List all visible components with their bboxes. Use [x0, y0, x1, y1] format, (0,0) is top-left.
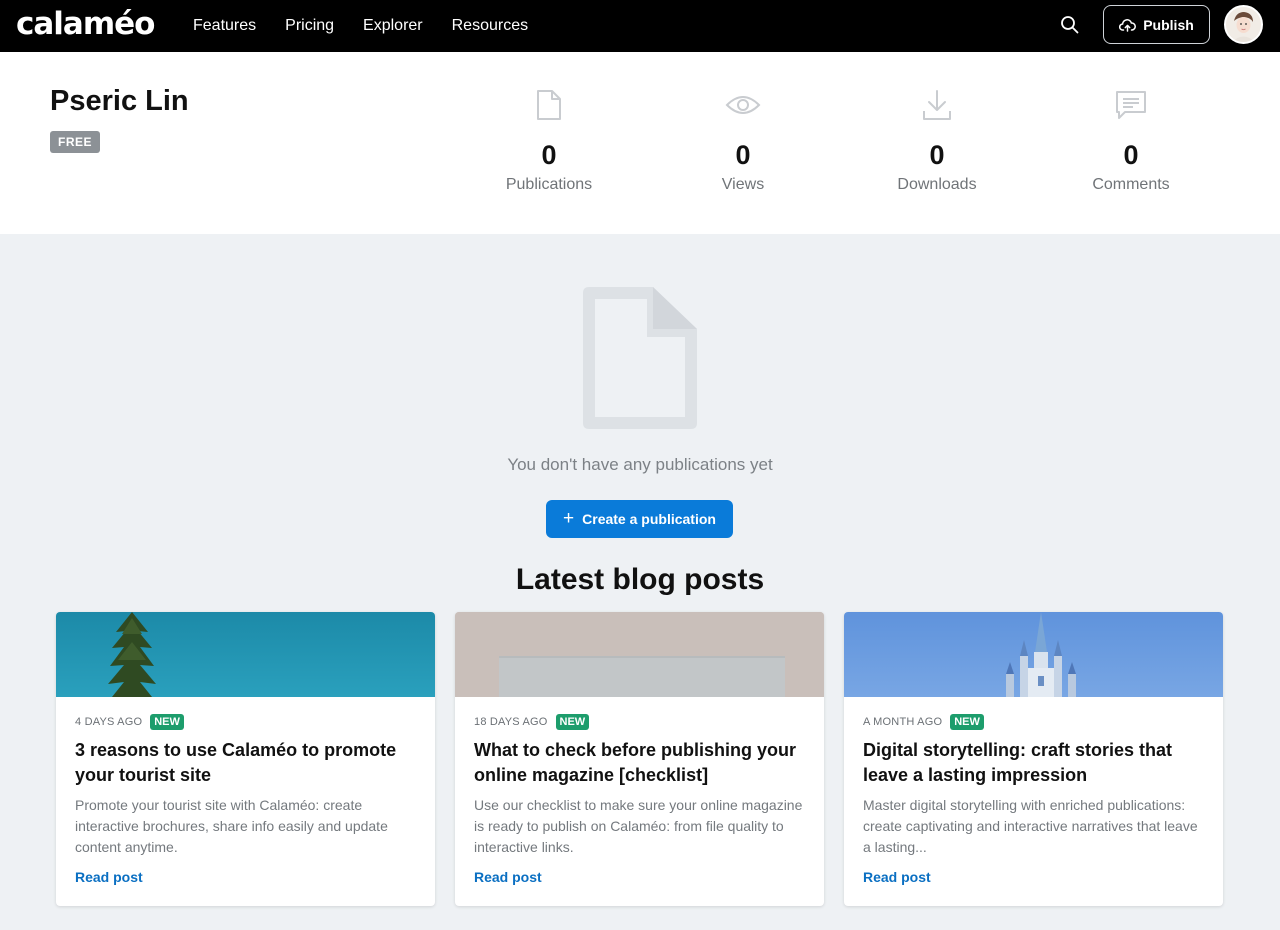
new-badge: NEW — [950, 714, 984, 730]
blog-heading: Latest blog posts — [515, 563, 765, 596]
nav-resources[interactable]: Resources — [452, 17, 528, 35]
publish-label: Publish — [1143, 16, 1194, 33]
blog-thumbnail-castle — [844, 612, 1223, 697]
read-post-link[interactable]: Read post — [474, 869, 542, 885]
nav-pricing[interactable]: Pricing — [285, 17, 334, 35]
blog-card[interactable]: A MONTH AGO NEW Digital storytelling: cr… — [844, 612, 1223, 906]
stat-value: 0 — [735, 140, 751, 170]
post-date: A MONTH AGO — [863, 716, 943, 728]
blog-thumbnail-magazine — [455, 612, 824, 697]
nav-explorer[interactable]: Explorer — [363, 17, 423, 35]
post-excerpt: Master digital storytelling with enriche… — [863, 797, 1198, 855]
profile-name: Pseric Lin — [50, 85, 189, 117]
post-meta: 18 DAYS AGO NEW — [474, 714, 590, 730]
comment-icon — [1056, 88, 1206, 122]
post-excerpt: Promote your tourist site with Calaméo: … — [75, 797, 388, 855]
create-publication-button[interactable]: + Create a publication — [546, 500, 733, 538]
plan-badge: FREE — [50, 131, 100, 153]
stat-publications[interactable]: 0 Publications — [474, 88, 624, 194]
stat-label: Publications — [505, 176, 593, 193]
search-icon[interactable] — [1059, 14, 1081, 36]
empty-document-icon — [581, 285, 699, 431]
blog-card[interactable]: 4 DAYS AGO NEW 3 reasons to use Calaméo … — [56, 612, 435, 906]
empty-state-message: You don't have any publications yet — [507, 455, 773, 474]
stat-downloads[interactable]: 0 Downloads — [862, 88, 1012, 194]
post-date: 4 DAYS AGO — [75, 716, 143, 728]
calameo-logo[interactable]: calaméo — [16, 6, 155, 42]
new-badge: NEW — [555, 714, 590, 730]
main-nav: Features Pricing Explorer Resources — [193, 0, 557, 52]
download-icon — [862, 88, 1012, 122]
stat-value: 0 — [541, 140, 557, 170]
post-meta: A MONTH AGO NEW — [863, 714, 984, 730]
avatar[interactable] — [1224, 5, 1263, 44]
post-title[interactable]: Digital storytelling: craft stories that… — [863, 738, 1203, 788]
post-title[interactable]: What to check before publishing your onl… — [474, 738, 804, 788]
stat-label: Downloads — [897, 176, 977, 193]
stat-views[interactable]: 0 Views — [668, 88, 818, 194]
post-meta: 4 DAYS AGO NEW — [75, 714, 184, 730]
read-post-link[interactable]: Read post — [75, 869, 143, 885]
publish-button[interactable]: Publish — [1103, 5, 1210, 44]
eye-icon — [668, 88, 818, 122]
top-navigation-bar: calaméo Features Pricing Explorer Resour… — [0, 0, 1280, 52]
document-icon — [474, 88, 624, 122]
post-excerpt: Use our checklist to make sure your onli… — [474, 797, 803, 855]
cloud-upload-icon — [1119, 18, 1137, 32]
post-date: 18 DAYS AGO — [474, 716, 548, 728]
plus-icon: + — [563, 508, 575, 529]
stat-comments[interactable]: 0 Comments — [1056, 88, 1206, 194]
stat-label: Views — [721, 176, 765, 193]
create-publication-label: Create a publication — [582, 511, 716, 527]
stat-label: Comments — [1092, 176, 1170, 193]
new-badge: NEW — [150, 714, 184, 730]
nav-features[interactable]: Features — [193, 17, 256, 35]
blog-thumbnail-lake — [56, 612, 435, 697]
profile-header: Pseric Lin FREE 0 Publications 0 Views 0… — [0, 52, 1280, 234]
stat-value: 0 — [1123, 140, 1139, 170]
stat-value: 0 — [929, 140, 945, 170]
read-post-link[interactable]: Read post — [863, 869, 931, 885]
post-title[interactable]: 3 reasons to use Calaméo to promote your… — [75, 738, 415, 788]
blog-card[interactable]: 18 DAYS AGO NEW What to check before pub… — [455, 612, 824, 906]
